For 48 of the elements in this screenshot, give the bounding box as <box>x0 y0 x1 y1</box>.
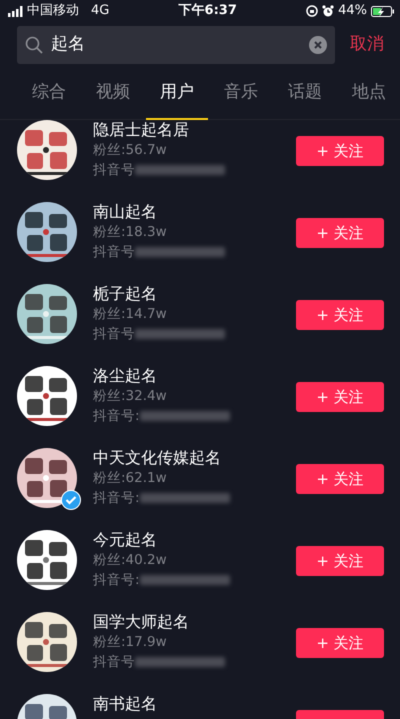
follow-button[interactable]: + 关注 <box>296 300 384 330</box>
follow-button[interactable]: + 关注 <box>296 464 384 494</box>
follower-count: 粉丝:17.9w <box>93 633 168 652</box>
user-name: 南山起名 <box>93 202 158 222</box>
carrier-name: 中国移动 <box>27 2 79 20</box>
follow-button[interactable]: + 关注 <box>296 382 384 412</box>
user-name: 中天文化传媒起名 <box>93 448 222 468</box>
follow-button[interactable]: + 关注 <box>296 218 384 248</box>
clock: 下午6:37 <box>178 3 237 18</box>
user-id-label: 抖音号: <box>93 407 140 426</box>
user-id-label: 抖音号 <box>93 325 135 344</box>
tab[interactable]: 音乐 <box>210 68 272 119</box>
tab[interactable]: 地点 <box>338 68 400 119</box>
alarm-icon <box>322 5 334 17</box>
user-name: 隐居士起名居 <box>93 120 190 140</box>
search-field[interactable]: 起名 <box>51 32 291 58</box>
search-bar[interactable]: 起名 <box>17 26 335 64</box>
search-icon <box>25 36 43 54</box>
follower-count: 粉丝:56.7w <box>93 141 168 160</box>
signal-icon <box>8 6 23 16</box>
user-id-label: 抖音号: <box>93 489 140 508</box>
follow-button[interactable]: + 关注 <box>296 546 384 576</box>
tab[interactable]: 视频 <box>82 68 144 119</box>
battery-percent: 44% <box>338 2 367 20</box>
cancel-button[interactable]: 取消 <box>350 32 384 58</box>
user-name: 南书起名 <box>93 694 157 714</box>
user-name: 国学大师起名 <box>93 612 190 632</box>
follower-count: 粉丝:14.7w <box>93 305 168 324</box>
tab[interactable]: 话题 <box>274 68 336 119</box>
user-id-label: 抖音号: <box>93 571 140 590</box>
follow-button[interactable]: + 关注 <box>296 136 384 166</box>
close-icon <box>309 36 327 54</box>
user-name: 栀子起名 <box>93 284 158 304</box>
clear-button[interactable] <box>309 36 327 54</box>
user-id-label: 抖音号 <box>93 161 135 180</box>
tab[interactable]: 用户 <box>146 68 208 119</box>
follower-count: 粉丝:18.3w <box>93 223 168 242</box>
follower-count: 粉丝:40.2w <box>93 551 168 570</box>
user-id-label: 抖音号 <box>93 653 135 672</box>
follower-count: 粉丝:32.4w <box>93 387 168 406</box>
tab[interactable]: 综合 <box>18 68 80 119</box>
follow-button[interactable]: + 关注 <box>296 628 384 658</box>
user-id-label: 抖音号 <box>93 243 135 262</box>
user-name: 今元起名 <box>93 530 158 550</box>
network-type: 4G <box>91 2 110 20</box>
user-name: 洛尘起名 <box>93 366 158 386</box>
orientation-lock-icon <box>306 5 318 17</box>
follower-count: 粉丝:62.1w <box>93 469 168 488</box>
